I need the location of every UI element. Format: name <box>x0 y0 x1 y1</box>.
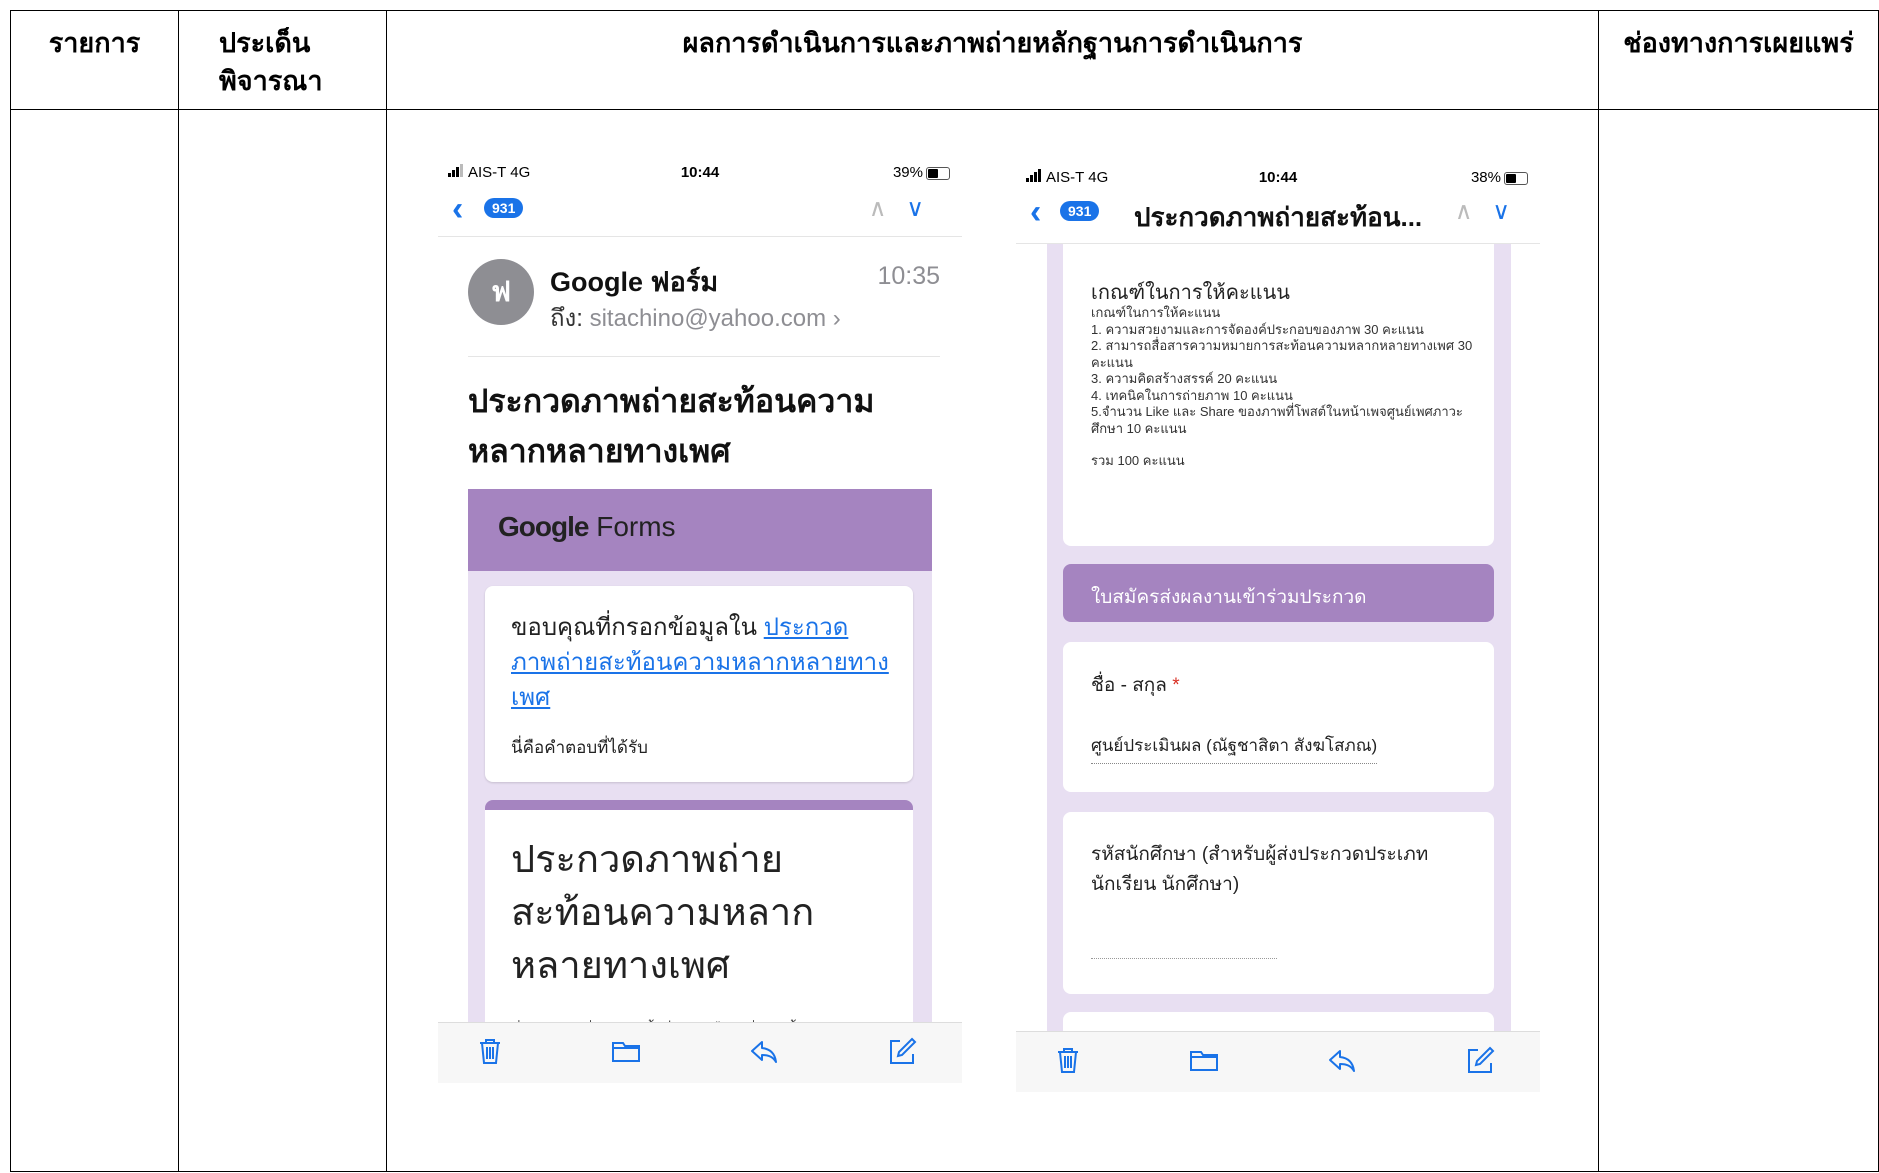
logo-google: Google <box>498 511 589 542</box>
divider <box>468 356 940 357</box>
criteria-item: 4. เทคนิคในการถ่ายภาพ 10 คะแนน <box>1091 387 1293 403</box>
cell-channels <box>1598 109 1879 1172</box>
criteria-title: เกณฑ์ในการให้คะแนน <box>1091 282 1290 304</box>
chevron-down-icon[interactable]: ∨ <box>1492 198 1530 225</box>
student-id-card: รหัสนักศึกษา (สำหรับผู้ส่งประกวดประเภทนั… <box>1063 812 1494 994</box>
chevron-down-icon[interactable]: ∨ <box>906 195 944 222</box>
message-nav[interactable]: ∧∨ <box>1455 197 1530 226</box>
form-title: ประกวดภาพถ่ายสะท้อนความหลากหลายทางเพศ <box>511 839 815 987</box>
header-item: รายการ <box>10 10 179 110</box>
header-consideration-text: ประเด็นพิจารณา <box>219 28 323 97</box>
thanks-card: ขอบคุณที่กรอกข้อมูลใน ประกวดภาพถ่ายสะท้อ… <box>485 586 913 782</box>
reply-icon[interactable] <box>1326 1044 1358 1076</box>
header-item-text: รายการ <box>48 28 141 59</box>
student-id-label: รหัสนักศึกษา (สำหรับผู้ส่งประกวดประเภทนั… <box>1091 844 1429 895</box>
reply-icon[interactable] <box>748 1035 780 1067</box>
unread-badge[interactable]: 931 <box>484 198 524 218</box>
compose-icon[interactable] <box>1464 1044 1496 1076</box>
google-forms-logo: Google Forms <box>498 511 676 543</box>
header-channels: ช่องทางการเผยแพร่ <box>1598 10 1879 110</box>
divider <box>438 236 962 237</box>
status-bar: AIS-T 4G 10:44 39% <box>438 156 962 188</box>
battery-status: 38% <box>1471 169 1528 186</box>
name-question-label: ชื่อ - สกุล * <box>1091 670 1180 700</box>
forms-banner: Google Forms <box>468 489 932 571</box>
trash-icon[interactable] <box>1052 1044 1084 1076</box>
battery-icon <box>1504 171 1528 185</box>
header-channels-text: ช่องทางการเผยแพร่ <box>1623 28 1854 59</box>
header-results: ผลการดำเนินการและภาพถ่ายหลักฐานการดำเนิน… <box>386 10 1599 110</box>
clock: 10:44 <box>1258 169 1298 186</box>
chevron-up-icon[interactable]: ∧ <box>869 195 907 222</box>
sender-avatar: ฟ <box>468 259 534 325</box>
nav-title: ประกวดภาพถ่ายสะท้อน... <box>1134 202 1423 232</box>
cell-consideration <box>178 109 387 1172</box>
student-id-answer-line[interactable] <box>1091 958 1277 959</box>
trash-icon[interactable] <box>474 1035 506 1067</box>
criteria-card: เกณฑ์ในการให้คะแนน เกณฑ์ในการให้คะแนน 1.… <box>1063 244 1494 546</box>
criteria-total: รวม 100 คะแนน <box>1091 453 1185 468</box>
recipient-line[interactable]: ถึง: sitachino@yahoo.com › <box>550 298 841 337</box>
chevron-right-icon: › <box>832 305 841 332</box>
section-header: ใบสมัครส่งผลงานเข้าร่วมประกวด <box>1063 564 1494 622</box>
back-chevron-icon[interactable]: ‹ <box>452 192 463 226</box>
back-chevron-icon[interactable]: ‹ <box>1030 195 1041 229</box>
cell-item <box>10 109 179 1172</box>
unread-badge[interactable]: 931 <box>1060 201 1100 221</box>
battery-icon <box>926 166 950 180</box>
criteria-subtitle: เกณฑ์ในการให้คะแนน <box>1091 305 1221 320</box>
email-screenshot: AIS-T 4G 10:44 39% ‹ 931 ∧∨ ฟ Google ฟอร… <box>438 156 962 1083</box>
criteria-item: 5.จำนวน Like และ Share ของภาพที่โพสต์ในห… <box>1091 404 1463 436</box>
response-note: นี่คือคำตอบที่ได้รับ <box>511 738 648 757</box>
folder-icon[interactable] <box>610 1035 642 1067</box>
message-nav[interactable]: ∧∨ <box>869 194 944 223</box>
chevron-up-icon[interactable]: ∧ <box>1455 198 1493 225</box>
mail-toolbar <box>438 1022 962 1083</box>
battery-status: 39% <box>893 164 950 181</box>
status-bar: AIS-T 4G 10:44 38% <box>1016 161 1540 193</box>
header-results-text: ผลการดำเนินการและภาพถ่ายหลักฐานการดำเนิน… <box>682 28 1303 59</box>
sender-name: Google ฟอร์ม <box>550 267 719 297</box>
to-label: ถึง: <box>550 305 583 332</box>
battery-percent: 38% <box>1470 169 1501 186</box>
email-subject: ประกวดภาพถ่ายสะท้อนความหลากหลายทางเพศ <box>468 383 875 469</box>
logo-forms: Forms <box>596 511 676 542</box>
clock: 10:44 <box>680 164 720 181</box>
header-consideration: ประเด็นพิจารณา <box>178 10 387 110</box>
name-label-text: ชื่อ - สกุล <box>1091 675 1167 696</box>
mail-navbar: ‹ 931 ประกวดภาพถ่ายสะท้อน... ∧∨ <box>1016 191 1540 237</box>
thanks-prefix: ขอบคุณที่กรอกข้อมูลใน <box>511 614 758 641</box>
received-time: 10:35 <box>877 262 940 290</box>
battery-percent: 39% <box>892 164 923 181</box>
to-email: sitachino@yahoo.com <box>589 305 827 332</box>
criteria-body: เกณฑ์ในการให้คะแนน 1. ความสวยงามและการจั… <box>1091 305 1481 470</box>
name-answer: ศูนย์ประเมินผล (ณัฐชาสิตา สังฆโสภณ) <box>1091 732 1378 764</box>
criteria-item: 1. ความสวยงามและการจัดองค์ประกอบของภาพ 3… <box>1091 321 1424 337</box>
name-question-card: ชื่อ - สกุล * ศูนย์ประเมินผล (ณัฐชาสิตา … <box>1063 642 1494 792</box>
criteria-item: 2. สามารถสื่อสารความหมายการสะท้อนความหลา… <box>1091 338 1473 370</box>
form-screenshot: AIS-T 4G 10:44 38% ‹ 931 ประกวดภาพถ่ายสะ… <box>1016 161 1540 1092</box>
folder-icon[interactable] <box>1188 1044 1220 1076</box>
mail-toolbar <box>1016 1031 1540 1092</box>
required-mark: * <box>1172 675 1180 696</box>
mail-navbar: ‹ 931 ∧∨ <box>438 188 962 234</box>
section-header-text: ใบสมัครส่งผลงานเข้าร่วมประกวด <box>1091 587 1367 608</box>
compose-icon[interactable] <box>886 1035 918 1067</box>
criteria-item: 3. ความคิดสร้างสรรค์ 20 คะแนน <box>1091 371 1278 386</box>
thanks-text: ขอบคุณที่กรอกข้อมูลใน ประกวดภาพถ่ายสะท้อ… <box>511 610 901 715</box>
